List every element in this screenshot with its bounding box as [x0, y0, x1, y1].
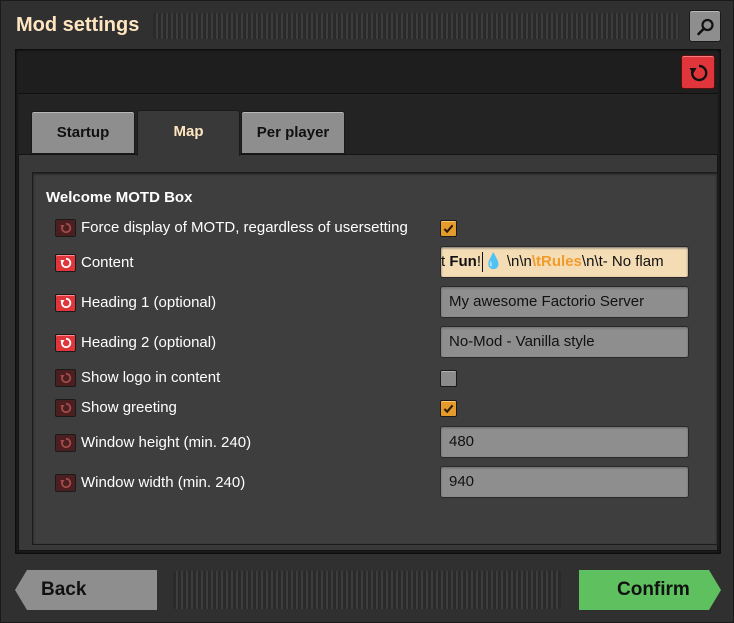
title-drag-handle[interactable] — [153, 13, 679, 39]
reset-button[interactable] — [55, 474, 76, 492]
reset-arrow-icon — [689, 64, 708, 82]
text-segment-highlight: \tRules — [531, 253, 582, 270]
tab-map[interactable]: Map — [137, 110, 240, 156]
heading1-textfield[interactable]: My awesome Factorio Server — [440, 286, 689, 318]
checkmark-icon — [443, 224, 454, 234]
setting-label: Force display of MOTD, regardless of use… — [81, 219, 408, 236]
tab-startup[interactable]: Startup — [31, 111, 135, 154]
droplet-icon: 💧 — [484, 253, 503, 270]
text-segment: \n\n — [502, 253, 532, 270]
footer-drag-handle[interactable] — [173, 571, 561, 609]
title-bar: Mod settings — [1, 1, 734, 49]
reset-arrow-icon — [60, 257, 72, 269]
text-segment: ! — [476, 253, 482, 270]
heading2-textfield[interactable]: No-Mod - Vanilla style — [440, 326, 689, 358]
section-title: Welcome MOTD Box — [46, 189, 193, 206]
setting-label: Window width (min. 240) — [81, 474, 246, 491]
window-width-textfield[interactable]: 940 — [440, 466, 689, 498]
setting-label: Show logo in content — [81, 369, 221, 386]
reset-button[interactable] — [55, 399, 76, 417]
reset-button[interactable] — [55, 369, 76, 387]
back-button[interactable]: Back — [15, 570, 157, 610]
reset-arrow-icon — [60, 297, 72, 309]
reset-button[interactable] — [55, 254, 76, 272]
text-segment-bold: Fun — [449, 253, 477, 270]
setting-label: Content — [81, 254, 134, 271]
mod-settings-window: Mod settings Startup Per player Map Welc… — [0, 0, 734, 623]
reset-arrow-icon — [60, 437, 72, 449]
reset-button[interactable] — [55, 434, 76, 452]
window-height-textfield[interactable]: 480 — [440, 426, 689, 458]
reset-arrow-icon — [60, 372, 72, 384]
reset-button[interactable] — [55, 334, 76, 352]
reset-button[interactable] — [55, 219, 76, 237]
reset-arrow-icon — [60, 402, 72, 414]
window-title: Mod settings — [16, 14, 140, 36]
tab-per-player[interactable]: Per player — [241, 111, 345, 154]
show-greeting-checkbox[interactable] — [440, 400, 457, 417]
setting-label: Heading 2 (optional) — [81, 334, 217, 351]
show-logo-checkbox[interactable] — [440, 370, 457, 387]
search-icon — [697, 18, 714, 36]
reset-arrow-icon — [60, 477, 72, 489]
setting-label: Window height (min. 240) — [81, 434, 252, 451]
setting-label: Show greeting — [81, 399, 177, 416]
content-textfield[interactable]: t Fun! 💧 \n\n\tRules\n\t- No flam — [440, 246, 689, 278]
search-toolbar — [18, 52, 718, 94]
reset-all-button[interactable] — [681, 55, 715, 89]
text-segment: \n\t- No flam — [581, 253, 664, 270]
checkmark-icon — [443, 404, 454, 414]
setting-label: Heading 1 (optional) — [81, 294, 217, 311]
text-caret — [482, 252, 484, 273]
search-button[interactable] — [689, 10, 721, 42]
confirm-button[interactable]: Confirm — [579, 570, 721, 610]
reset-button[interactable] — [55, 294, 76, 312]
reset-arrow-icon — [60, 222, 72, 234]
force-motd-checkbox[interactable] — [440, 220, 457, 237]
reset-arrow-icon — [60, 337, 72, 349]
